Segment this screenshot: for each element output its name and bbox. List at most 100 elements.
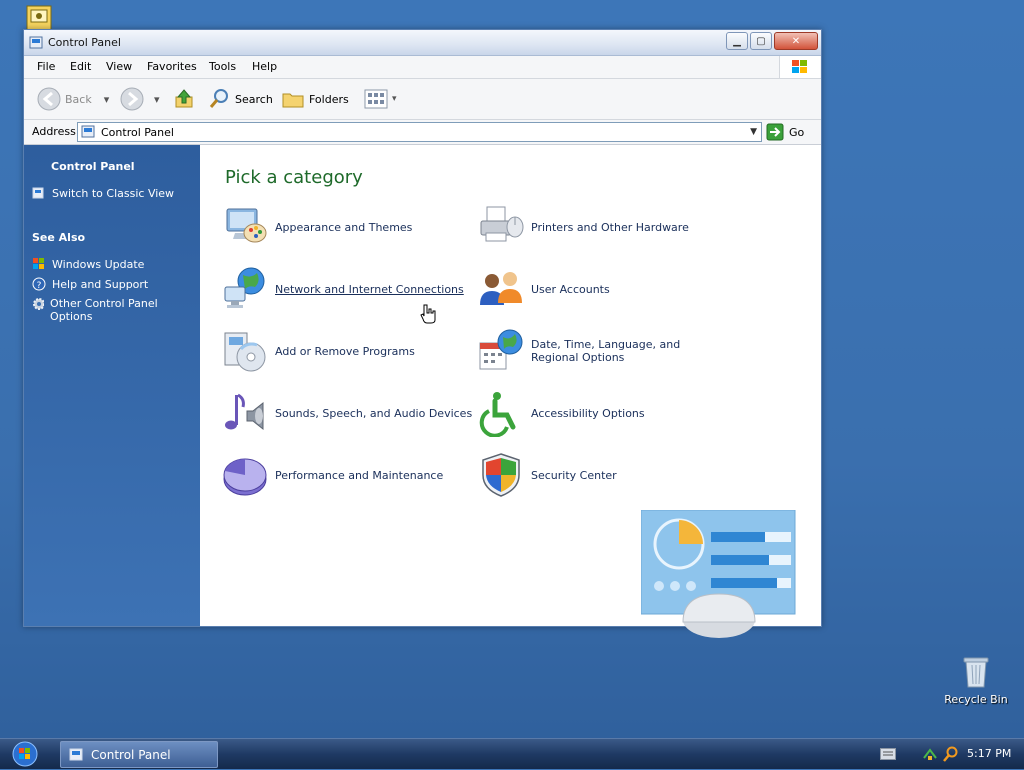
category-accessibility-options[interactable]: Accessibility Options [477, 391, 645, 437]
performance-icon [223, 458, 267, 496]
back-dropdown-icon[interactable]: ▾ [104, 93, 110, 106]
network-tray-graphic [923, 748, 937, 760]
menu-file[interactable]: File [37, 60, 55, 73]
switch-view-label: Switch to Classic View [52, 186, 175, 200]
views-button[interactable]: ▾ [364, 79, 397, 119]
folders-label: Folders [309, 92, 349, 106]
switch-view-icon [32, 187, 44, 199]
windows-update-link[interactable]: Windows Update [32, 257, 144, 271]
views-dropdown-icon: ▾ [392, 94, 397, 104]
category-label: Sounds, Speech, and Audio Devices [275, 406, 473, 420]
menu-view[interactable]: View [106, 60, 132, 73]
menu-edit[interactable]: Edit [70, 60, 91, 73]
printer-icon [480, 206, 524, 242]
forward-arrow-icon [120, 87, 144, 111]
address-control-panel-icon [81, 125, 95, 138]
sound-icon [225, 393, 264, 431]
magnifier-icon [943, 746, 958, 762]
close-icon: ✕ [791, 35, 801, 47]
hand-cursor-icon [420, 304, 436, 324]
accessibility-icon [479, 392, 516, 437]
forward-button[interactable]: ▾ [120, 79, 160, 119]
windows-orb-icon [12, 741, 38, 767]
svg-text:?: ? [37, 281, 42, 291]
address-dropdown-icon[interactable]: ▼ [750, 127, 757, 137]
folders-button[interactable]: Folders [281, 79, 349, 119]
shield-icon [482, 453, 520, 497]
maximize-button[interactable]: ▢ [750, 32, 772, 50]
search-button[interactable]: Search [207, 79, 273, 119]
toolbar: Back ▾ ▾ Search Folders ▾ [24, 79, 821, 120]
up-folder-icon [175, 89, 193, 108]
menu-favorites[interactable]: Favorites [147, 60, 197, 73]
category-label: Security Center [531, 468, 617, 482]
taskbar-control-panel-icon [69, 748, 83, 760]
category-printers-hardware[interactable]: Printers and Other Hardware [477, 205, 689, 249]
category-label: Accessibility Options [531, 406, 645, 420]
category-security-center[interactable]: Security Center [477, 453, 617, 497]
menu-tools[interactable]: Tools [209, 60, 236, 73]
back-button[interactable]: Back ▾ [37, 79, 109, 119]
forward-dropdown-icon[interactable]: ▾ [154, 93, 160, 106]
start-button[interactable] [10, 741, 40, 767]
other-options-link[interactable]: Other Control Panel Options [32, 297, 182, 323]
network-tray-icon[interactable] [922, 746, 938, 765]
category-sounds-audio[interactable]: Sounds, Speech, and Audio Devices [221, 391, 472, 435]
gear-icon [33, 298, 45, 310]
menu-bar: File Edit View Favorites Tools Help [24, 56, 821, 79]
network-icon [224, 267, 265, 308]
taskbar-button-control-panel[interactable]: Control Panel [60, 741, 218, 768]
page-title: Pick a category [225, 167, 363, 188]
help-support-link[interactable]: ? Help and Support [32, 277, 148, 291]
help-support-label: Help and Support [52, 277, 149, 291]
go-label: Go [789, 125, 805, 139]
title-bar[interactable]: Control Panel ▁ ▢ ✕ [24, 30, 821, 56]
address-bar: Address Control Panel ▼ Go [24, 120, 821, 145]
category-label: Appearance and Themes [275, 220, 413, 234]
clock[interactable]: 5:17 PM [967, 747, 1011, 760]
menu-help[interactable]: Help [252, 60, 277, 73]
up-folder-button[interactable] [172, 79, 196, 119]
taskbar: Control Panel 5:17 PM [0, 738, 1024, 769]
windows-logo [779, 56, 820, 78]
minimize-button[interactable]: ▁ [726, 32, 748, 50]
category-label: Add or Remove Programs [275, 344, 415, 358]
address-value: Control Panel [101, 125, 174, 139]
address-field[interactable]: Control Panel ▼ [77, 122, 762, 142]
desktop-app-icon[interactable] [26, 5, 52, 31]
category-add-remove-programs[interactable]: Add or Remove Programs [221, 329, 415, 373]
datetime-icon [479, 329, 523, 370]
category-date-time-language[interactable]: Date, Time, Language, and Regional Optio… [477, 329, 721, 373]
back-label: Back [65, 92, 92, 106]
maximize-icon: ▢ [756, 35, 766, 47]
control-panel-window: Control Panel ▁ ▢ ✕ File Edit View Favor… [23, 29, 822, 638]
appearance-icon [226, 208, 267, 243]
windows-flag-icon [792, 60, 807, 73]
programs-icon [224, 332, 266, 372]
keyboard-tray-icon[interactable] [880, 748, 896, 763]
back-arrow-icon [37, 87, 61, 111]
task-pane-title: Control Panel [51, 160, 135, 173]
category-performance-maintenance[interactable]: Performance and Maintenance [221, 453, 443, 497]
desktop-app-icon-graphic [26, 5, 52, 31]
category-appearance-themes[interactable]: Appearance and Themes [221, 205, 412, 249]
see-also-title: See Also [32, 231, 86, 244]
folders-icon [282, 93, 304, 108]
keyboard-icon [880, 748, 896, 760]
recycle-bin[interactable]: Recycle Bin [940, 655, 1012, 711]
recycle-bin-icon [963, 657, 989, 688]
recycle-bin-label: Recycle Bin [944, 693, 1008, 706]
windows-update-label: Windows Update [52, 257, 145, 271]
go-button[interactable]: Go [766, 122, 804, 142]
windows-update-icon [33, 258, 44, 269]
control-panel-watermark [641, 510, 796, 638]
taskbar-button-label: Control Panel [91, 747, 171, 762]
control-panel-icon [29, 36, 43, 49]
switch-classic-view-link[interactable]: Switch to Classic View [32, 186, 174, 200]
task-pane: Control Panel Switch to Classic View See… [24, 145, 200, 626]
users-icon [480, 272, 522, 305]
search-tray-icon[interactable] [942, 746, 958, 765]
category-user-accounts[interactable]: User Accounts [477, 267, 610, 311]
close-button[interactable]: ✕ [774, 32, 818, 50]
views-icon [364, 89, 388, 109]
